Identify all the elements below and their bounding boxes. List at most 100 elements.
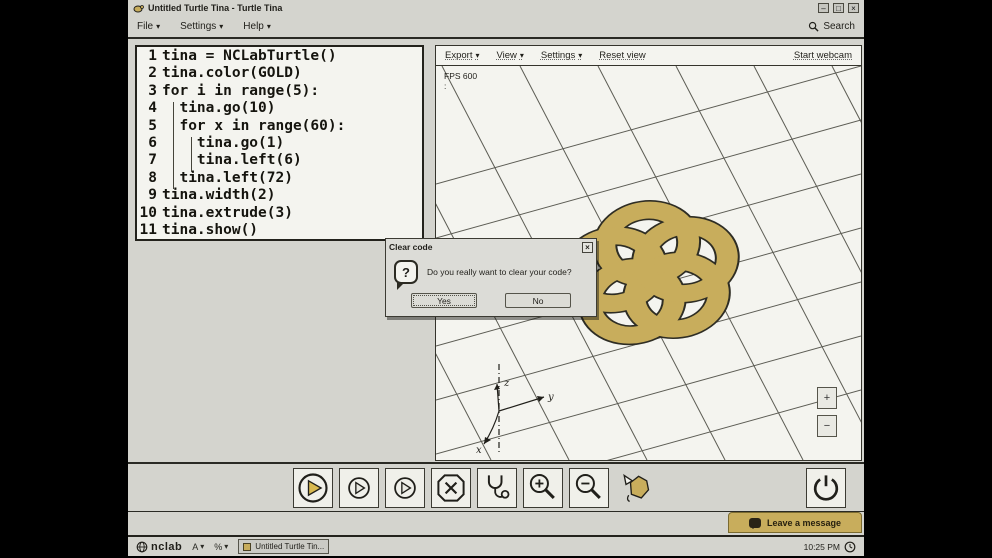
line-number: 6 <box>148 135 157 152</box>
chevron-down-icon: ▾ <box>475 51 480 60</box>
line-number: 2 <box>148 65 157 82</box>
reset-view-button[interactable]: Reset view <box>599 50 645 61</box>
fps-counter: FPS 600 : <box>444 71 477 91</box>
code-text[interactable]: tina.go(1) <box>162 135 284 152</box>
document-icon <box>243 542 252 551</box>
viewport-menu-export[interactable]: Export ▾ <box>445 50 479 61</box>
minimize-button[interactable]: – <box>818 3 829 13</box>
code-text[interactable]: tina.show() <box>162 222 258 239</box>
close-button[interactable]: × <box>848 3 859 13</box>
taskbar-window-button[interactable]: Untitled Turtle Tin... <box>238 539 330 554</box>
code-text[interactable]: tina.go(10) <box>162 100 275 117</box>
zoom-out-button[interactable] <box>569 467 609 508</box>
code-text[interactable]: tina.color(GOLD) <box>162 65 302 82</box>
paint-splash-icon <box>623 473 650 502</box>
settings-label: Settings <box>540 50 576 61</box>
search-control[interactable]: Search <box>808 21 855 32</box>
menu-settings-label: Settings <box>180 21 217 32</box>
code-line: 10 tina.extrude(3) <box>137 205 422 222</box>
code-text[interactable]: tina.left(6) <box>162 152 302 169</box>
chevron-down-icon: ▾ <box>519 51 524 60</box>
code-text[interactable]: tina.left(72) <box>162 170 293 187</box>
line-number: 7 <box>148 152 157 169</box>
chevron-down-icon: ▾ <box>200 542 205 551</box>
code-text[interactable]: for x in range(60): <box>162 118 345 135</box>
clear-drawing-button[interactable] <box>615 468 655 508</box>
search-label: Search <box>823 21 855 32</box>
brand-label: nclab <box>151 540 183 553</box>
line-number: 11 <box>139 222 157 239</box>
title-bar: Untitled Turtle Tina - Turtle Tina – □ × <box>128 0 864 16</box>
menu-file[interactable]: File ▾ <box>137 21 160 32</box>
clock-icon[interactable] <box>844 541 856 553</box>
code-editor[interactable]: 1 tina = NCLabTurtle() 2 tina.color(GOLD) … <box>135 45 424 241</box>
nclab-logo[interactable]: nclab <box>136 541 182 553</box>
chevron-down-icon: ▾ <box>219 22 224 31</box>
menu-bar: File ▾ Settings ▾ Help ▾ Search <box>128 16 864 39</box>
code-line: 8 tina.left(72) <box>137 170 422 187</box>
play-icon <box>394 476 416 499</box>
export-label: Export <box>445 50 473 61</box>
menu-help[interactable]: Help ▾ <box>243 21 271 32</box>
menu-settings[interactable]: Settings ▾ <box>180 21 223 32</box>
chevron-down-icon: ▾ <box>266 22 271 31</box>
dialog-message: Do you really want to clear your code? <box>427 267 572 277</box>
play-medium-button[interactable] <box>339 467 379 508</box>
stop-button[interactable] <box>431 467 471 508</box>
zoom-out-icon <box>575 473 601 499</box>
code-text[interactable]: tina.width(2) <box>162 187 276 204</box>
dialog-close-button[interactable]: × <box>582 241 593 253</box>
viewport-menu-view[interactable]: View ▾ <box>496 50 523 61</box>
code-line: 9 tina.width(2) <box>137 187 422 204</box>
clear-code-dialog: Clear code × ? Do you really want to cle… <box>385 238 597 317</box>
chevron-down-icon: ▾ <box>578 51 583 60</box>
run-button[interactable] <box>293 467 333 508</box>
code-text[interactable]: tina.extrude(3) <box>162 205 293 222</box>
zoom-percent-control[interactable]: % ▾ <box>214 542 228 552</box>
chevron-down-icon: ▾ <box>224 542 229 551</box>
start-webcam-button[interactable]: Start webcam <box>794 50 852 61</box>
yes-button[interactable]: Yes <box>411 293 477 308</box>
reset-view-label: Reset view <box>599 50 646 61</box>
no-button[interactable]: No <box>505 293 571 308</box>
stats-line: : <box>444 81 447 91</box>
font-size-control[interactable]: A ▾ <box>192 542 204 552</box>
fps-value: FPS 600 <box>444 71 478 81</box>
search-icon <box>809 21 819 32</box>
code-line: 11 tina.show() <box>137 222 422 239</box>
viewport-menu-settings[interactable]: Settings ▾ <box>541 50 582 61</box>
code-text[interactable]: for i in range(5): <box>162 83 319 100</box>
code-line: 2 tina.color(GOLD) <box>137 65 422 82</box>
play-slow-button[interactable] <box>385 467 425 508</box>
line-number: 5 <box>148 117 157 134</box>
screen: Untitled Turtle Tina - Turtle Tina – □ ×… <box>0 0 992 558</box>
line-number: 10 <box>139 204 157 221</box>
zoom-in-button[interactable] <box>523 467 563 508</box>
viewport-zoom-in-button[interactable]: + <box>817 387 837 409</box>
indent-guide <box>173 102 174 189</box>
line-number: 3 <box>148 82 157 99</box>
power-button[interactable] <box>806 468 846 508</box>
line-number: 1 <box>148 48 157 64</box>
code-text[interactable]: tina = NCLabTurtle() <box>162 48 337 65</box>
line-number: 4 <box>148 100 157 117</box>
menu-file-label: File <box>137 21 154 32</box>
play-icon <box>348 476 370 499</box>
maximize-button[interactable]: □ <box>833 3 844 13</box>
leave-message-label: Leave a message <box>766 517 842 528</box>
question-icon: ? <box>394 260 418 290</box>
viewport-zoom-out-button[interactable]: − <box>817 415 837 437</box>
zoom-in-icon <box>529 473 555 499</box>
dialog-title-bar: Clear code × <box>386 239 596 253</box>
x-axis-label: x <box>476 445 482 456</box>
start-webcam-label: Start webcam <box>793 50 852 61</box>
y-axis-label: y <box>547 392 554 403</box>
debug-button[interactable] <box>477 467 517 508</box>
leave-message-button[interactable]: Leave a message <box>728 512 862 533</box>
zoom-percent-icon: % <box>214 541 223 552</box>
line-number: 8 <box>148 169 157 186</box>
dialog-title: Clear code <box>389 242 433 252</box>
play-icon <box>298 472 328 503</box>
code-line: 1 tina = NCLabTurtle() <box>137 48 422 65</box>
app-icon <box>133 4 144 12</box>
